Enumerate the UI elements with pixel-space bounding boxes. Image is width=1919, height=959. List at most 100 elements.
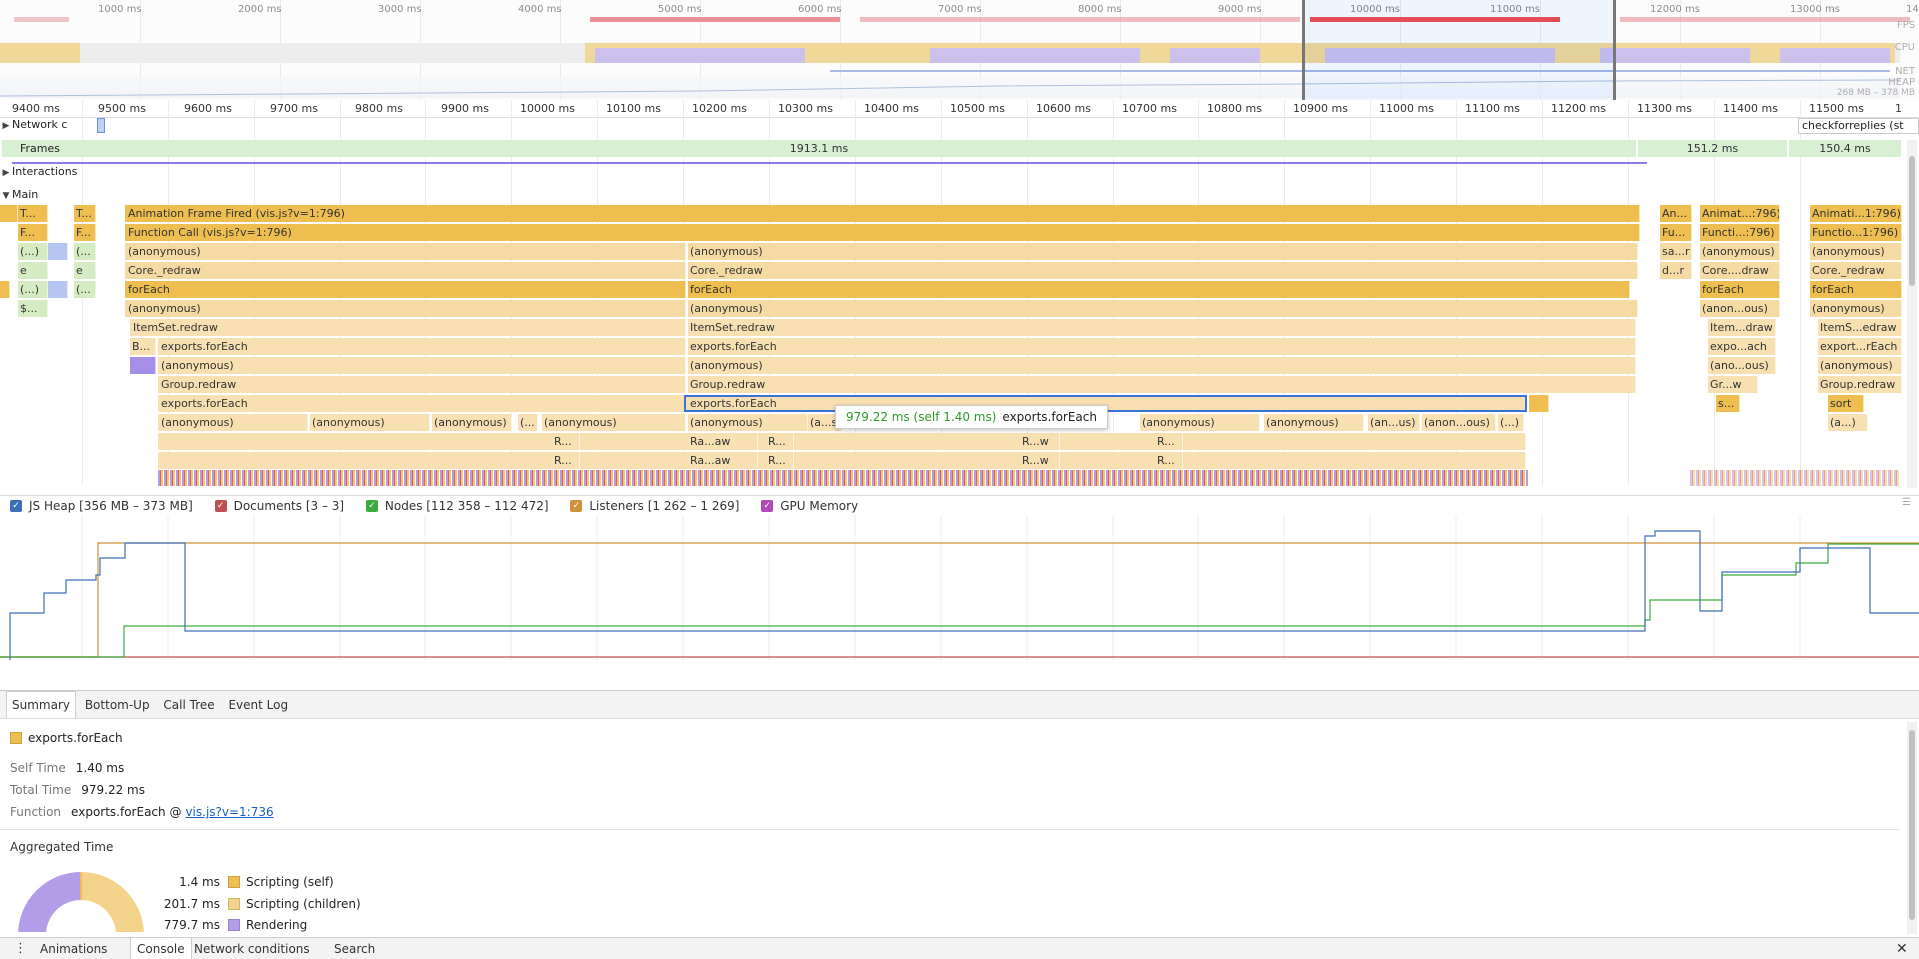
- flame-event[interactable]: (anonymous): [1810, 243, 1902, 260]
- drawer-tab-network-conditions[interactable]: Network conditions: [188, 938, 316, 959]
- tab-bottom-up[interactable]: Bottom-Up: [80, 692, 155, 719]
- flame-event[interactable]: (anonymous): [1264, 414, 1364, 431]
- drag-handle-icon[interactable]: ☰: [1902, 497, 1911, 508]
- main-flame-chart[interactable]: T... T... F... F... (...) (... e e (...)…: [0, 205, 1902, 486]
- flame-event[interactable]: e: [18, 262, 48, 279]
- flame-event[interactable]: ItemS...edraw: [1818, 319, 1902, 336]
- flame-event[interactable]: forEach: [1810, 281, 1902, 298]
- flame-event[interactable]: R...: [552, 452, 580, 469]
- flame-event[interactable]: Item...draw: [1708, 319, 1776, 336]
- flame-event[interactable]: (anonymous): [310, 414, 430, 431]
- flame-event[interactable]: exports.forEach: [688, 338, 1636, 355]
- flame-event[interactable]: d...r: [1660, 262, 1692, 279]
- flame-event[interactable]: (anon...ous): [1700, 300, 1780, 317]
- flame-event-function-call[interactable]: Function Call (vis.js?v=1:796): [125, 224, 1640, 241]
- flame-event[interactable]: (...): [18, 281, 48, 298]
- flame-event[interactable]: (...: [74, 243, 96, 260]
- counter-documents[interactable]: ✓ Documents [3 – 3]: [214, 496, 344, 516]
- frame-box[interactable]: 150.4 ms: [1789, 140, 1902, 157]
- flame-event[interactable]: Core._redraw: [1810, 262, 1902, 279]
- flame-event[interactable]: T...: [74, 205, 96, 222]
- flame-event[interactable]: Ra...aw: [688, 452, 758, 469]
- flame-event[interactable]: An...: [1660, 205, 1692, 222]
- overview-selection-window[interactable]: [1302, 0, 1616, 100]
- flame-event[interactable]: (...): [18, 243, 48, 260]
- flame-event[interactable]: ItemSet.redraw: [688, 319, 1636, 336]
- flame-event[interactable]: (anonymous): [1700, 243, 1780, 260]
- flame-event[interactable]: sa...r: [1660, 243, 1692, 260]
- flame-event[interactable]: expo...ach: [1708, 338, 1776, 355]
- flame-event[interactable]: (anonymous): [688, 300, 1638, 317]
- checkbox-icon[interactable]: ✓: [10, 500, 22, 512]
- flame-event[interactable]: F...: [74, 224, 96, 241]
- counter-gpu-memory[interactable]: ✓ GPU Memory: [761, 496, 858, 516]
- flame-event[interactable]: e: [74, 262, 96, 279]
- flame-event[interactable]: Group.redraw: [1818, 376, 1902, 393]
- flame-event[interactable]: Group.redraw: [688, 376, 1636, 393]
- flame-event[interactable]: (ano...ous): [1708, 357, 1776, 374]
- frame-box[interactable]: 151.2 ms: [1638, 140, 1788, 157]
- flame-event[interactable]: Animati...1:796): [1810, 205, 1902, 222]
- checkbox-icon[interactable]: ✓: [214, 500, 227, 512]
- flame-event[interactable]: (an...us): [1368, 414, 1420, 431]
- flame-event[interactable]: (anonymous): [158, 414, 308, 431]
- flame-event[interactable]: exports.forEach: [158, 338, 686, 355]
- network-request-checkforreplies[interactable]: checkforreplies (st: [1798, 118, 1919, 134]
- flame-event[interactable]: (anonymous): [125, 243, 686, 260]
- main-track-header[interactable]: ▼ Main: [0, 188, 39, 201]
- flame-event[interactable]: R...: [766, 452, 794, 469]
- tab-summary[interactable]: Summary: [6, 691, 76, 718]
- tab-call-tree[interactable]: Call Tree: [158, 692, 219, 719]
- counter-nodes[interactable]: ✓ Nodes [112 358 – 112 472]: [365, 496, 549, 516]
- flame-event[interactable]: forEach: [125, 281, 686, 298]
- drawer-tab-search[interactable]: Search: [328, 938, 381, 959]
- flame-event[interactable]: Group.redraw: [158, 376, 686, 393]
- flame-event[interactable]: Core....draw: [1700, 262, 1780, 279]
- flame-event[interactable]: Core._redraw: [125, 262, 686, 279]
- checkbox-icon[interactable]: ✓: [365, 500, 378, 512]
- close-icon[interactable]: ✕: [1890, 938, 1914, 959]
- flame-event[interactable]: R...w: [1020, 452, 1060, 469]
- flame-event[interactable]: forEach: [688, 281, 1630, 298]
- flame-scrollbar-thumb[interactable]: [1909, 156, 1915, 286]
- flame-event[interactable]: R...: [552, 433, 580, 450]
- flame-event[interactable]: (anonymous): [1140, 414, 1260, 431]
- interactions-track-header[interactable]: ▶ Interactions: [0, 165, 78, 178]
- flame-event[interactable]: Functi...:796): [1700, 224, 1780, 241]
- flame-scrollbar[interactable]: [1907, 140, 1917, 488]
- flame-event[interactable]: Functio...1:796): [1810, 224, 1902, 241]
- flame-event[interactable]: sort: [1828, 395, 1864, 412]
- flame-event[interactable]: (...: [518, 414, 538, 431]
- checkbox-icon[interactable]: ✓: [761, 500, 774, 512]
- flame-event[interactable]: F...: [18, 224, 48, 241]
- frame-box[interactable]: 1913.1 ms: [2, 140, 1637, 157]
- expand-arrow-icon[interactable]: ▶: [0, 121, 12, 131]
- network-track-header[interactable]: ▶ Network c: [0, 118, 68, 131]
- flame-event[interactable]: Gr...w: [1708, 376, 1758, 393]
- flame-event[interactable]: (anonymous): [432, 414, 512, 431]
- counter-js-heap[interactable]: ✓ JS Heap [356 MB – 373 MB]: [10, 496, 193, 516]
- flame-event[interactable]: (anonymous): [688, 414, 808, 431]
- flame-event[interactable]: (anonymous): [688, 357, 1636, 374]
- flame-event[interactable]: Ra...aw: [688, 433, 758, 450]
- checkbox-icon[interactable]: ✓: [570, 500, 583, 512]
- frames-track[interactable]: Frames 1913.1 ms 151.2 ms 150.4 ms: [0, 140, 1902, 157]
- summary-scrollbar[interactable]: [1907, 722, 1917, 934]
- flame-event[interactable]: B...: [130, 338, 156, 355]
- expand-arrow-icon[interactable]: ▶: [0, 168, 12, 178]
- flame-event[interactable]: (...): [1498, 414, 1524, 431]
- flame-event[interactable]: R...w: [1020, 433, 1060, 450]
- flame-event[interactable]: (...: [74, 281, 96, 298]
- more-menu-icon[interactable]: ⋮: [8, 938, 33, 959]
- flame-event[interactable]: (a...): [1828, 414, 1868, 431]
- timeline-overview[interactable]: 1000 ms 2000 ms 3000 ms 4000 ms 5000 ms …: [0, 0, 1919, 100]
- flame-event[interactable]: s...: [1716, 395, 1740, 412]
- flame-event[interactable]: (anonymous): [688, 243, 1638, 260]
- flame-event[interactable]: (anonymous): [158, 357, 686, 374]
- function-source-link[interactable]: vis.js?v=1:736: [185, 805, 273, 819]
- flame-event[interactable]: (anonymous): [1818, 357, 1902, 374]
- counter-listeners[interactable]: ✓ Listeners [1 262 – 1 269]: [570, 496, 739, 516]
- flame-event[interactable]: Core._redraw: [688, 262, 1638, 279]
- flame-event[interactable]: Animat...:796): [1700, 205, 1780, 222]
- flame-event-animation-frame-fired[interactable]: Animation Frame Fired (vis.js?v=1:796): [125, 205, 1640, 222]
